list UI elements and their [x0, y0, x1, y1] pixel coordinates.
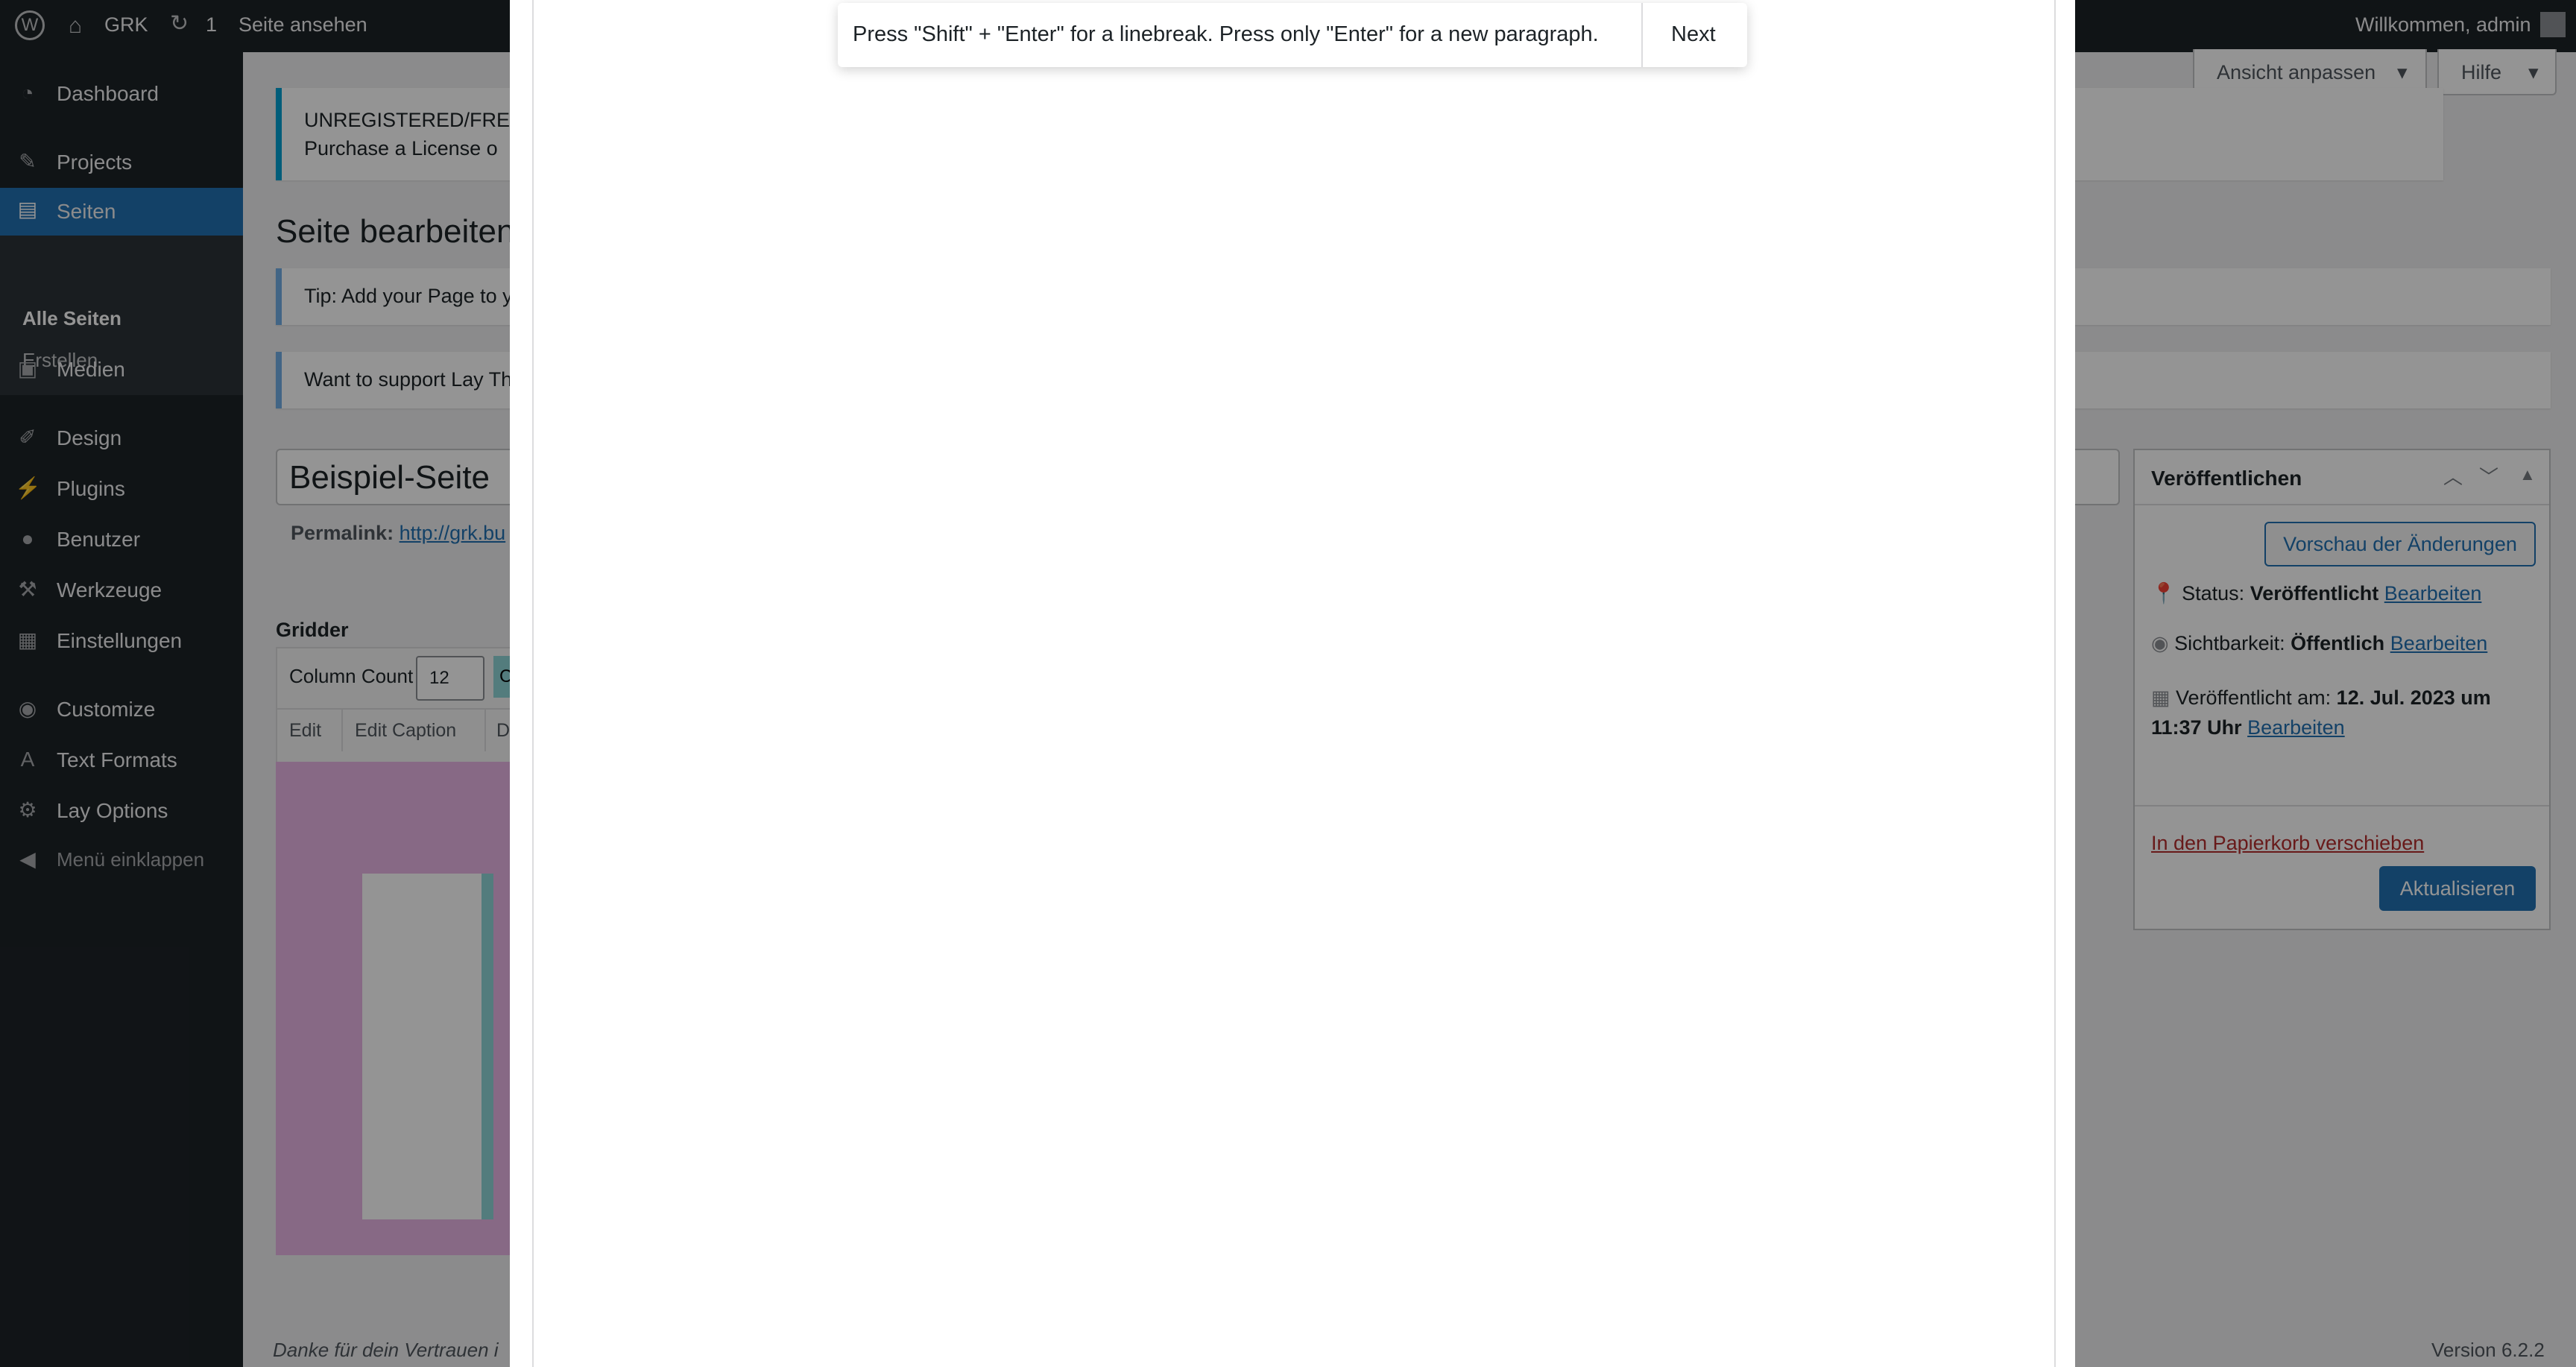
text-editor-modal — [510, 0, 2075, 1367]
tooltip-text: Press "Shift" + "Enter" for a linebreak.… — [853, 22, 1599, 46]
tooltip-next-button[interactable]: Next — [1671, 22, 1716, 47]
linebreak-hint-tooltip: Press "Shift" + "Enter" for a linebreak.… — [838, 3, 1747, 67]
text-editor-area[interactable] — [532, 0, 2056, 1367]
